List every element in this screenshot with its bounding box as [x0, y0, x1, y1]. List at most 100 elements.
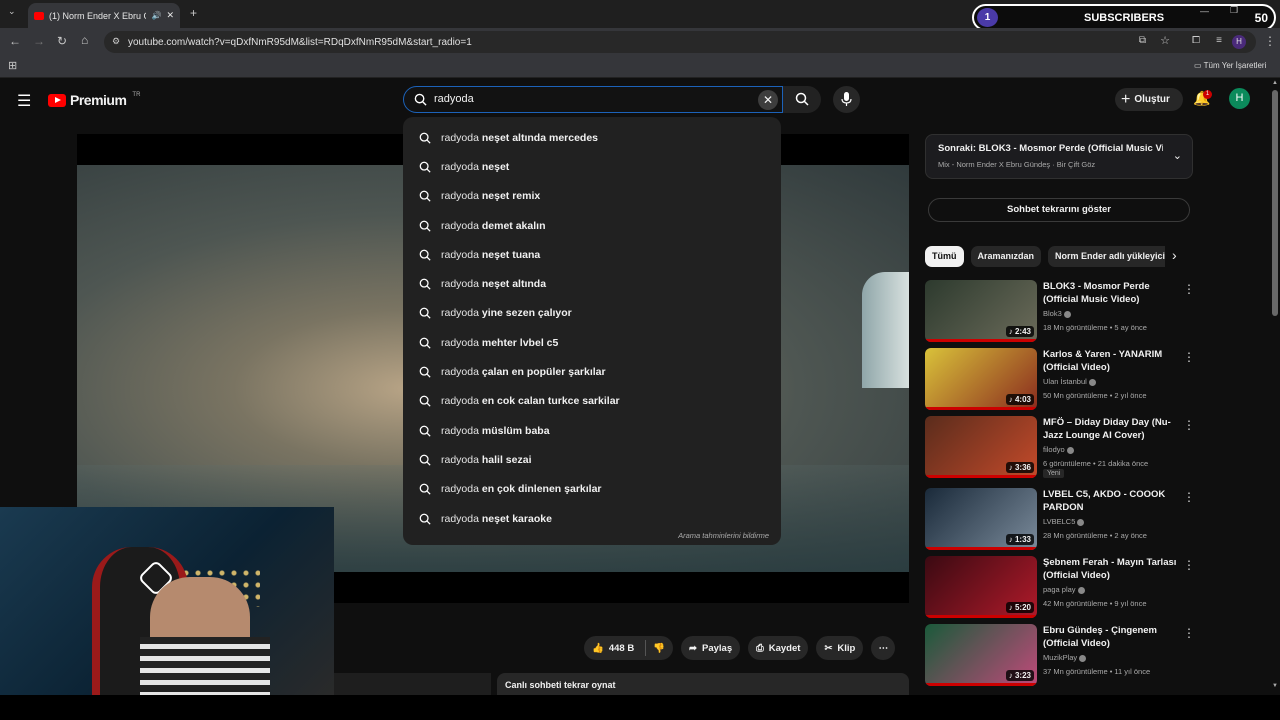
save-button[interactable]: ⎙ Kaydet	[748, 636, 809, 660]
video-title[interactable]: Karlos & Yaren - YANARIM (Official Video…	[1043, 348, 1181, 374]
suggestion-item[interactable]: radyoda en cok calan turkce sarkilar	[403, 387, 781, 416]
video-thumbnail[interactable]: ♪ 3:36	[925, 416, 1037, 478]
filter-chip[interactable]: Norm Ender adlı yükleyici	[1048, 246, 1165, 267]
up-next-panel[interactable]: Sonraki: BLOK3 - Mosmor Perde (Official …	[925, 134, 1193, 179]
apps-grid-icon[interactable]: ⊞	[8, 59, 17, 72]
suggestion-item[interactable]: radyoda yine sezen çalıyor	[403, 299, 781, 328]
avatar[interactable]: H	[1229, 88, 1250, 109]
more-actions-button[interactable]: ⋯	[871, 636, 896, 660]
back-icon[interactable]: ←	[9, 34, 21, 48]
reload-icon[interactable]: ↻	[57, 34, 67, 48]
suggestion-text: radyoda mehter lvbel c5	[441, 337, 558, 349]
channel-name-text[interactable]: Ulan İstanbul	[1043, 377, 1087, 386]
share-button[interactable]: ➦ Paylaş	[681, 636, 741, 660]
suggestion-item[interactable]: radyoda neşet altında	[403, 269, 781, 298]
suggestion-item[interactable]: radyoda neşet tuana	[403, 240, 781, 269]
channel-name-text[interactable]: LVBELC5	[1043, 517, 1075, 526]
suggestion-item[interactable]: radyoda neşet	[403, 152, 781, 181]
tab-close-icon[interactable]: ✕	[166, 10, 174, 21]
chevron-down-icon[interactable]: ⌄	[1173, 149, 1182, 162]
video-title[interactable]: LVBEL C5, AKDO - COOOK PARDON	[1043, 488, 1181, 514]
extensions-icon[interactable]: ⧠	[1192, 35, 1200, 46]
forward-icon[interactable]: →	[33, 34, 45, 48]
search-button-icon	[795, 92, 809, 106]
channel-name-text[interactable]: Blok3	[1043, 309, 1062, 318]
filter-chip[interactable]: Tümü	[925, 246, 964, 267]
suggestion-item[interactable]: radyoda mehter lvbel c5	[403, 328, 781, 357]
suggestion-prefix: radyoda	[441, 278, 479, 291]
search-value: radyoda	[434, 93, 474, 105]
related-video-item[interactable]: ♪ 4:03 Karlos & Yaren - YANARIM (Official…	[925, 348, 1195, 410]
notification-badge: 1	[1203, 90, 1212, 99]
suggestion-prefix: radyoda	[441, 160, 479, 173]
chevron-right-icon[interactable]: ›	[1172, 247, 1177, 263]
related-video-item[interactable]: ♪ 3:23 Ebru Gündeş - Çingenem (Official V…	[925, 624, 1195, 686]
video-title[interactable]: Şebnem Ferah - Mayın Tarlası (Official V…	[1043, 556, 1181, 582]
video-title[interactable]: Ebru Gündeş - Çingenem (Official Video)	[1043, 624, 1181, 650]
video-title[interactable]: BLOK3 - Mosmor Perde (Official Music Vid…	[1043, 280, 1181, 306]
more-options-icon[interactable]: ⋮	[1183, 418, 1195, 432]
live-chat-replay-bar[interactable]: Canlı sohbeti tekrar oynat	[497, 673, 909, 695]
browser-tab-bar: ⌄ (1) Norm Ender X Ebru Gün 🔊 ✕ + 1 SUBS…	[0, 0, 1280, 31]
suggestion-item[interactable]: radyoda müslüm baba	[403, 416, 781, 445]
menu-icon[interactable]: ☰	[17, 91, 31, 111]
thumb-down-icon[interactable]: 👎	[653, 643, 665, 654]
channel-name-text[interactable]: filodyo	[1043, 445, 1065, 454]
video-thumbnail[interactable]: ♪ 4:03	[925, 348, 1037, 410]
suggestion-item[interactable]: radyoda demet akalın	[403, 211, 781, 240]
related-video-item[interactable]: ♪ 3:36 MFÖ – Diday Diday Day (Nu-Jazz Lou…	[925, 416, 1195, 478]
restore-icon[interactable]: ❐	[1230, 5, 1238, 16]
media-icon[interactable]: ≡	[1216, 35, 1222, 46]
clip-button[interactable]: ✂ Klip	[816, 636, 864, 660]
url-field[interactable]: ⚙ youtube.com/watch?v=qDxfNmR95dM&list=R…	[104, 31, 1256, 53]
suggestion-item[interactable]: radyoda neşet remix	[403, 182, 781, 211]
audio-icon[interactable]: 🔊	[151, 11, 161, 20]
filter-chip[interactable]: Aramanızdan	[970, 246, 1042, 267]
show-chat-replay-button[interactable]: Sohbet tekrarını göster	[928, 198, 1190, 222]
browser-menu-icon[interactable]: ⋮	[1264, 34, 1276, 48]
scroll-down-icon[interactable]: ▼	[1272, 683, 1278, 689]
search-button[interactable]	[783, 86, 821, 113]
create-button[interactable]: + Oluştur	[1115, 88, 1183, 111]
video-thumbnail[interactable]: ♪ 5:20	[925, 556, 1037, 618]
verified-icon	[1063, 310, 1071, 318]
like-button[interactable]: 👍 448 B 👎	[584, 636, 674, 660]
more-options-icon[interactable]: ⋮	[1183, 558, 1195, 572]
related-video-item[interactable]: ♪ 1:33 LVBEL C5, AKDO - COOOK PARDON LVBEL…	[925, 488, 1195, 550]
video-title[interactable]: MFÖ – Diday Diday Day (Nu-Jazz Lounge AI…	[1043, 416, 1181, 442]
video-thumbnail[interactable]: ♪ 1:33	[925, 488, 1037, 550]
clear-search-icon[interactable]: ✕	[758, 90, 778, 110]
suggestion-item[interactable]: radyoda neşet karaoke	[403, 504, 781, 533]
suggestion-item[interactable]: radyoda çalan en popüler şarkılar	[403, 357, 781, 386]
suggestion-item[interactable]: radyoda en çok dinlenen şarkılar	[403, 475, 781, 504]
channel-name-text[interactable]: MuzikPlay	[1043, 653, 1077, 662]
install-icon[interactable]: ⧉	[1139, 35, 1146, 46]
new-tab-icon[interactable]: +	[190, 6, 197, 20]
more-options-icon[interactable]: ⋮	[1183, 282, 1195, 296]
home-icon[interactable]: ⌂	[81, 33, 88, 47]
more-options-icon[interactable]: ⋮	[1183, 626, 1195, 640]
youtube-logo[interactable]: Premium TR	[48, 92, 140, 108]
voice-search-button[interactable]	[833, 86, 860, 113]
bookmarks-bar: ⊞ ▭ Tüm Yer İşaretleri	[0, 56, 1280, 78]
more-options-icon[interactable]: ⋮	[1183, 490, 1195, 504]
site-info-icon[interactable]: ⚙	[112, 36, 120, 47]
video-thumbnail[interactable]: ♪ 3:23	[925, 624, 1037, 686]
profile-icon[interactable]: H	[1232, 35, 1246, 49]
report-predictions-link[interactable]: Arama tahminlerini bildirme	[678, 531, 769, 540]
video-thumbnail[interactable]: ♪ 2:43	[925, 280, 1037, 342]
suggestion-item[interactable]: radyoda halil sezai	[403, 445, 781, 474]
related-video-item[interactable]: ♪ 2:43 BLOK3 - Mosmor Perde (Official Mus…	[925, 280, 1195, 342]
related-video-item[interactable]: ♪ 5:20 Şebnem Ferah - Mayın Tarlası (Offi…	[925, 556, 1195, 618]
search-input[interactable]: radyoda ✕	[403, 86, 783, 113]
channel-name-text[interactable]: paga play	[1043, 585, 1076, 594]
browser-tab[interactable]: (1) Norm Ender X Ebru Gün 🔊 ✕	[28, 3, 180, 28]
suggestion-item[interactable]: radyoda neşet altında mercedes	[403, 123, 781, 152]
more-options-icon[interactable]: ⋮	[1183, 350, 1195, 364]
all-bookmarks[interactable]: ▭ Tüm Yer İşaretleri	[1194, 61, 1266, 70]
bookmark-star-icon[interactable]: ☆	[1160, 34, 1170, 47]
tab-list-icon[interactable]: ⌄	[8, 6, 16, 17]
minimize-icon[interactable]: —	[1200, 6, 1209, 16]
page-scrollbar[interactable]	[1272, 90, 1278, 316]
scroll-up-icon[interactable]: ▲	[1272, 80, 1278, 86]
